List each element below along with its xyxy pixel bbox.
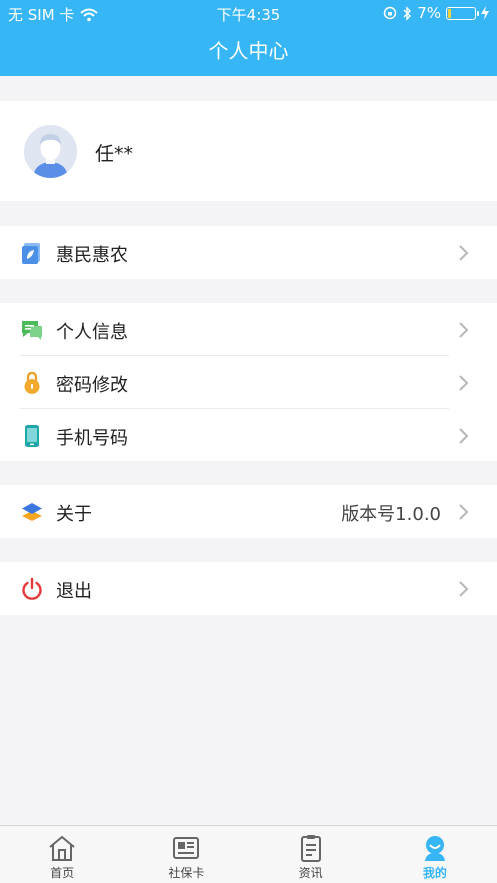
menu-label: 手机号码	[56, 428, 128, 449]
chevron-right-icon	[459, 504, 469, 520]
menu-label: 关于	[56, 504, 92, 525]
menu-label: 惠民惠农	[56, 245, 128, 266]
chevron-right-icon	[459, 581, 469, 597]
news-icon	[300, 835, 321, 862]
chevron-right-icon	[459, 322, 469, 338]
chevron-right-icon	[459, 245, 469, 261]
home-icon	[49, 835, 75, 861]
avatar[interactable]	[24, 125, 77, 178]
menu-item-password[interactable]: 密码修改	[0, 356, 497, 409]
menu-label: 退出	[56, 581, 92, 602]
battery-icon	[446, 6, 479, 20]
phone-icon	[25, 425, 39, 447]
power-icon	[22, 577, 42, 600]
menu-item-huimin[interactable]: 惠民惠农	[0, 226, 497, 279]
status-bar: 无 SIM 卡 下午4:35 7%	[0, 0, 497, 26]
tab-label: 我的	[422, 866, 447, 880]
battery-level	[448, 8, 451, 18]
layers-icon	[22, 503, 42, 521]
tab-label: 资讯	[298, 866, 323, 880]
tab-label: 首页	[50, 866, 75, 880]
tab-profile[interactable]: 我的	[373, 826, 497, 883]
menu-group-1: 惠民惠农	[0, 226, 497, 279]
profile-icon	[424, 836, 445, 861]
lock-icon	[24, 371, 40, 394]
menu-item-logout[interactable]: 退出	[0, 562, 497, 615]
tab-home[interactable]: 首页	[0, 826, 124, 883]
benefit-icon	[22, 243, 40, 264]
menu-item-about[interactable]: 关于 版本号1.0.0	[0, 485, 497, 538]
menu-label: 密码修改	[56, 375, 128, 396]
menu-group-2: 个人信息 密码修改 手机号码	[0, 303, 497, 461]
version-text: 版本号1.0.0	[341, 504, 441, 525]
profile-card[interactable]: 任**	[0, 101, 497, 201]
tab-label: 社保卡	[168, 866, 205, 880]
bluetooth-icon	[403, 5, 412, 21]
avatar-icon	[24, 125, 77, 178]
message-icon	[22, 321, 42, 340]
menu-group-4: 退出	[0, 562, 497, 615]
tab-news[interactable]: 资讯	[249, 826, 373, 883]
tab-bar: 首页 社保卡 资讯 我的	[0, 825, 497, 883]
nav-bar: 个人中心	[0, 26, 497, 76]
chevron-right-icon	[459, 428, 469, 444]
user-name: 任**	[95, 143, 134, 165]
tab-card[interactable]: 社保卡	[124, 826, 248, 883]
battery-percent: 7%	[417, 4, 441, 22]
charging-icon	[481, 6, 489, 20]
menu-group-3: 关于 版本号1.0.0	[0, 485, 497, 538]
menu-item-personal-info[interactable]: 个人信息	[0, 303, 497, 356]
card-icon	[173, 837, 200, 859]
menu-item-phone[interactable]: 手机号码	[0, 409, 497, 462]
rotation-lock-icon	[383, 6, 397, 20]
status-right: 7%	[383, 4, 489, 22]
page-title: 个人中心	[208, 39, 289, 63]
menu-label: 个人信息	[56, 322, 128, 343]
chevron-right-icon	[459, 375, 469, 391]
